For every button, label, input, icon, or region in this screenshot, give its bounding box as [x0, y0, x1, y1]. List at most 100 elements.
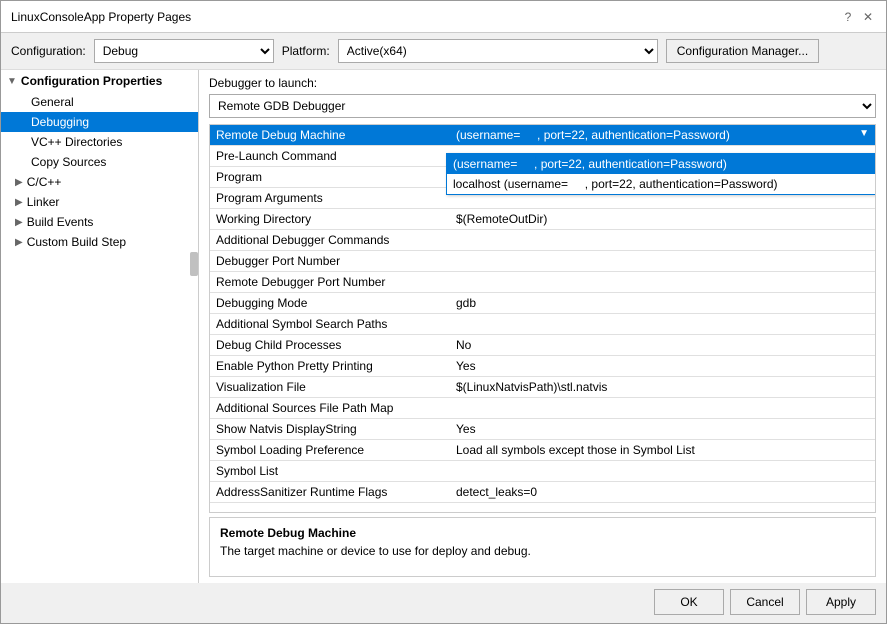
prop-row-working-dir[interactable]: Working Directory $(RemoteOutDir) [210, 209, 875, 230]
help-button[interactable]: ? [840, 9, 856, 25]
dropdown-item-pre-launch[interactable]: (username= , port=22, authentication=Pas… [447, 154, 875, 174]
prop-value-debug-child: No [450, 335, 875, 356]
prop-row-debugging-mode[interactable]: Debugging Mode gdb [210, 293, 875, 314]
configuration-select[interactable]: Debug [94, 39, 274, 63]
prop-row-symbol-loading[interactable]: Symbol Loading Preference Load all symbo… [210, 440, 875, 461]
prop-name-debug-child: Debug Child Processes [210, 335, 450, 356]
prop-value-address-sanitizer: detect_leaks=0 [450, 482, 875, 503]
sidebar-item-cpp-label: C/C++ [27, 175, 62, 189]
prop-name-address-sanitizer: AddressSanitizer Runtime Flags [210, 482, 450, 503]
sidebar-item-build-events-label: Build Events [27, 215, 94, 229]
platform-select[interactable]: Active(x64) [338, 39, 658, 63]
prop-row-viz-file[interactable]: Visualization File $(LinuxNatvisPath)\st… [210, 377, 875, 398]
dropdown-arrow-icon[interactable]: ▼ [859, 128, 869, 139]
prop-row-address-sanitizer[interactable]: AddressSanitizer Runtime Flags detect_le… [210, 482, 875, 503]
prop-value-debugger-port [450, 251, 875, 272]
prop-name-debugger-port: Debugger Port Number [210, 251, 450, 272]
prop-name-symbol-list: Symbol List [210, 461, 450, 482]
info-panel: Remote Debug Machine The target machine … [209, 517, 876, 577]
ok-button[interactable]: OK [654, 589, 724, 615]
prop-name-sources-map: Additional Sources File Path Map [210, 398, 450, 419]
prop-name-program: Program [210, 167, 450, 188]
prop-name-viz-file: Visualization File [210, 377, 450, 398]
prop-value-remote-debug-machine: (username= , port=22, authentication=Pas… [450, 125, 875, 146]
prop-value-symbol-search [450, 314, 875, 335]
dropdown-overlay: (username= , port=22, authentication=Pas… [446, 153, 876, 195]
apply-button[interactable]: Apply [806, 589, 876, 615]
sidebar-item-copy-sources[interactable]: Copy Sources [1, 152, 198, 172]
platform-label: Platform: [282, 44, 330, 58]
dropdown-item-localhost[interactable]: localhost (username= , port=22, authenti… [447, 174, 875, 194]
prop-name-symbol-loading: Symbol Loading Preference [210, 440, 450, 461]
sidebar-item-debugging[interactable]: Debugging [1, 112, 198, 132]
sidebar-item-general[interactable]: General [1, 92, 198, 112]
prop-name-python-printing: Enable Python Pretty Printing [210, 356, 450, 377]
title-bar-buttons: ? ✕ [840, 9, 876, 25]
config-label: Configuration: [11, 44, 86, 58]
sidebar-item-linker[interactable]: ▶ Linker [1, 192, 198, 212]
properties-table: Remote Debug Machine (username= , port=2… [210, 125, 875, 146]
right-panel: Debugger to launch: Remote GDB Debugger … [199, 70, 886, 583]
config-row: Configuration: Debug Platform: Active(x6… [1, 33, 886, 70]
sidebar-item-vc-dirs[interactable]: VC++ Directories [1, 132, 198, 152]
prop-row-sources-map[interactable]: Additional Sources File Path Map [210, 398, 875, 419]
prop-name-program-args: Program Arguments [210, 188, 450, 209]
cpp-expand-icon: ▶ [15, 177, 23, 188]
debugger-select-row: Remote GDB Debugger [199, 94, 886, 124]
prop-value-symbol-list [450, 461, 875, 482]
prop-value-viz-file: $(LinuxNatvisPath)\stl.natvis [450, 377, 875, 398]
cancel-button[interactable]: Cancel [730, 589, 800, 615]
build-events-expand-icon: ▶ [15, 217, 23, 228]
collapse-icon[interactable]: ▼ [7, 76, 17, 87]
sidebar-header: ▼ Configuration Properties [1, 70, 198, 92]
dialog-title: LinuxConsoleApp Property Pages [11, 10, 191, 24]
sidebar-item-custom-build-label: Custom Build Step [27, 235, 126, 249]
prop-value-python-printing: Yes [450, 356, 875, 377]
prop-name-working-dir: Working Directory [210, 209, 450, 230]
prop-name-remote-debug-machine: Remote Debug Machine [210, 125, 450, 146]
prop-value-remote-debugger-port [450, 272, 875, 293]
prop-value-symbol-loading: Load all symbols except those in Symbol … [450, 440, 875, 461]
sidebar-item-linker-label: Linker [27, 195, 60, 209]
prop-name-natvis-display: Show Natvis DisplayString [210, 419, 450, 440]
prop-value-natvis-display: Yes [450, 419, 875, 440]
prop-row-debug-child[interactable]: Debug Child Processes No [210, 335, 875, 356]
info-title: Remote Debug Machine [220, 526, 865, 540]
sidebar-header-label: Configuration Properties [21, 74, 162, 88]
prop-name-pre-launch: Pre-Launch Command [210, 146, 450, 167]
main-content: ▼ Configuration Properties General Debug… [1, 70, 886, 583]
properties-area: Remote Debug Machine (username= , port=2… [209, 124, 876, 513]
prop-row-natvis-display[interactable]: Show Natvis DisplayString Yes [210, 419, 875, 440]
main-dialog: LinuxConsoleApp Property Pages ? ✕ Confi… [0, 0, 887, 624]
sidebar-item-build-events[interactable]: ▶ Build Events [1, 212, 198, 232]
close-button[interactable]: ✕ [860, 9, 876, 25]
prop-row-debugger-port[interactable]: Debugger Port Number [210, 251, 875, 272]
bottom-buttons: OK Cancel Apply [1, 583, 886, 623]
prop-row-symbol-search[interactable]: Additional Symbol Search Paths [210, 314, 875, 335]
prop-name-additional-debugger: Additional Debugger Commands [210, 230, 450, 251]
prop-value-additional-debugger [450, 230, 875, 251]
sidebar-item-custom-build[interactable]: ▶ Custom Build Step [1, 232, 198, 252]
prop-value-working-dir: $(RemoteOutDir) [450, 209, 875, 230]
prop-name-debugging-mode: Debugging Mode [210, 293, 450, 314]
prop-value-sources-map [450, 398, 875, 419]
prop-row-python-printing[interactable]: Enable Python Pretty Printing Yes [210, 356, 875, 377]
sidebar-item-cpp[interactable]: ▶ C/C++ [1, 172, 198, 192]
title-bar: LinuxConsoleApp Property Pages ? ✕ [1, 1, 886, 33]
debugger-launch-label: Debugger to launch: [199, 70, 886, 94]
linker-expand-icon: ▶ [15, 197, 23, 208]
prop-row-remote-debugger-port[interactable]: Remote Debugger Port Number [210, 272, 875, 293]
custom-build-expand-icon: ▶ [15, 237, 23, 248]
prop-row-symbol-list[interactable]: Symbol List [210, 461, 875, 482]
prop-name-symbol-search: Additional Symbol Search Paths [210, 314, 450, 335]
prop-row-remote-debug-machine[interactable]: Remote Debug Machine (username= , port=2… [210, 125, 875, 146]
sidebar: ▼ Configuration Properties General Debug… [1, 70, 199, 583]
prop-value-debugging-mode: gdb [450, 293, 875, 314]
debugger-select[interactable]: Remote GDB Debugger [209, 94, 876, 118]
prop-row-additional-debugger[interactable]: Additional Debugger Commands [210, 230, 875, 251]
prop-name-remote-debugger-port: Remote Debugger Port Number [210, 272, 450, 293]
sidebar-scrollbar-thumb[interactable] [190, 252, 198, 276]
config-manager-button[interactable]: Configuration Manager... [666, 39, 819, 63]
info-desc: The target machine or device to use for … [220, 544, 865, 558]
properties-table-rest: Pre-Launch Command Program Program Argum… [210, 146, 875, 503]
